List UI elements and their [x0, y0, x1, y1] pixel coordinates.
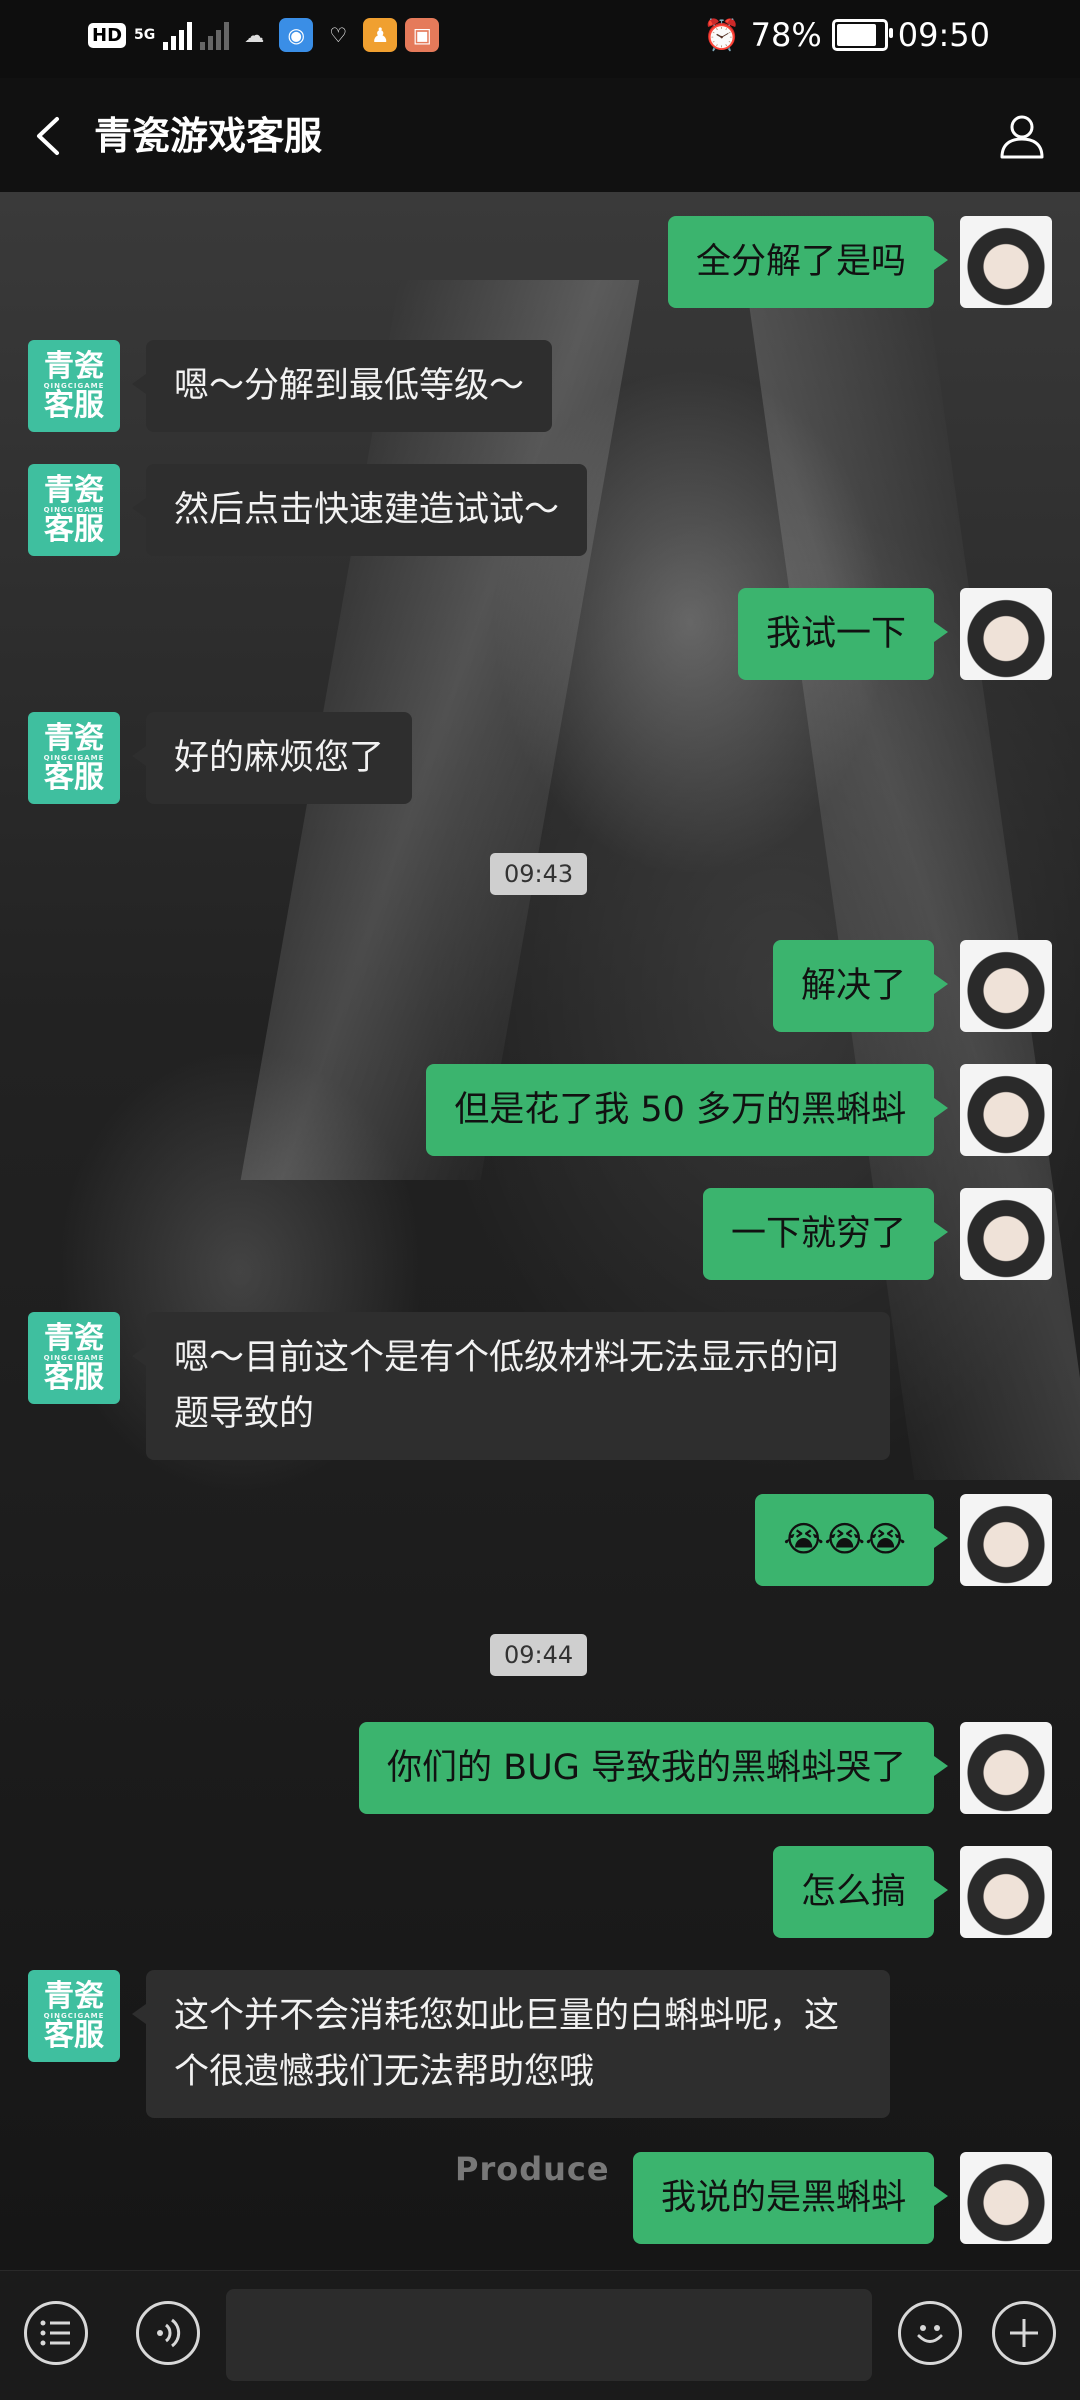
- message-row: 青瓷 QINGCIGAME 客服 然后点击快速建造试试～: [28, 464, 588, 556]
- message-row: 青瓷 QINGCIGAME 客服 嗯～目前这个是有个低级材料无法显示的问题导致的: [28, 1312, 890, 1460]
- input-bar: [0, 2270, 1080, 2400]
- user-avatar[interactable]: [960, 588, 1052, 680]
- avatar-subtext: QINGCIGAME: [43, 505, 105, 514]
- message-bubble-outgoing[interactable]: 😭😭😭: [755, 1494, 948, 1586]
- voice-icon: [157, 2318, 181, 2348]
- message-bubble-outgoing[interactable]: 全分解了是吗: [667, 216, 949, 308]
- chevron-left-icon: [37, 117, 59, 155]
- message-bubble-outgoing[interactable]: 但是花了我 50 多万的黑蝌蚪: [426, 1064, 948, 1156]
- network-type: 5G: [134, 27, 156, 43]
- avatar-subtext: QINGCIGAME: [43, 753, 105, 762]
- cloud-icon: ☁: [244, 23, 265, 47]
- avatar-text: 客服: [44, 387, 104, 423]
- avatar-subtext: QINGCIGAME: [43, 381, 105, 390]
- message-row: 青瓷 QINGCIGAME 客服 好的麻烦您了: [28, 712, 413, 804]
- alarm-icon: ⏰: [703, 17, 741, 53]
- avatar-text: 青瓷: [44, 472, 104, 508]
- message-bubble-outgoing[interactable]: 一下就穷了: [702, 1188, 949, 1280]
- voice-button[interactable]: [136, 2301, 200, 2365]
- background-watermark: Produce: [455, 2150, 610, 2188]
- chat-screen: Produce HD 5G ☁ ◉ ♡ ♟ ▣ ⏰ 78% 09:50 青瓷游戏…: [0, 0, 1080, 2400]
- user-avatar[interactable]: [960, 1188, 1052, 1280]
- agent-avatar[interactable]: 青瓷 QINGCIGAME 客服: [28, 464, 120, 556]
- avatar-text: 青瓷: [44, 1320, 104, 1356]
- avatar-text: 青瓷: [44, 1978, 104, 2014]
- hd-icon: HD: [88, 22, 127, 48]
- signal-icon: [163, 20, 193, 50]
- message-bubble-outgoing[interactable]: 你们的 BUG 导致我的黑蝌蚪哭了: [358, 1722, 949, 1814]
- user-avatar[interactable]: [960, 2152, 1052, 2244]
- game-app-icon: ▣: [405, 18, 440, 52]
- battery-percent: 78%: [750, 16, 822, 54]
- agent-avatar[interactable]: 青瓷 QINGCIGAME 客服: [28, 1970, 120, 2062]
- message-row: 青瓷 QINGCIGAME 客服 嗯～分解到最低等级～: [28, 340, 553, 432]
- emoji-button[interactable]: [898, 2301, 962, 2365]
- heart-app-icon: ♡: [329, 23, 348, 47]
- person-icon: [1000, 115, 1044, 159]
- message-row: 全分解了是吗: [667, 216, 1052, 308]
- message-row: 😭😭😭: [755, 1494, 1052, 1586]
- message-bubble-incoming[interactable]: 这个并不会消耗您如此巨量的白蝌蚪呢，这个很遗憾我们无法帮助您哦: [132, 1970, 890, 2118]
- avatar-text: 客服: [44, 759, 104, 795]
- timestamp: 09:43: [490, 853, 588, 895]
- agent-avatar[interactable]: 青瓷 QINGCIGAME 客服: [28, 340, 120, 432]
- user-avatar[interactable]: [960, 940, 1052, 1032]
- message-row: 解决了: [772, 940, 1052, 1032]
- more-button[interactable]: [992, 2301, 1056, 2365]
- signal-icon-secondary: [200, 20, 230, 50]
- message-bubble-outgoing[interactable]: 解决了: [772, 940, 949, 1032]
- message-row: 我说的是黑蝌蚪: [632, 2152, 1052, 2244]
- contact-info-button[interactable]: [992, 106, 1052, 166]
- avatar-subtext: QINGCIGAME: [43, 2011, 105, 2020]
- message-bubble-incoming[interactable]: 嗯～分解到最低等级～: [131, 340, 553, 432]
- battery-icon: [831, 19, 893, 51]
- message-row: 青瓷 QINGCIGAME 客服 这个并不会消耗您如此巨量的白蝌蚪呢，这个很遗憾…: [28, 1970, 890, 2118]
- menu-button[interactable]: [24, 2301, 88, 2365]
- back-button[interactable]: [18, 106, 78, 166]
- avatar-subtext: QINGCIGAME: [43, 1353, 105, 1362]
- message-input[interactable]: [226, 2289, 872, 2381]
- smiley-icon: [917, 2325, 943, 2343]
- message-row: 我试一下: [737, 588, 1052, 680]
- message-row: 怎么搞: [772, 1846, 1052, 1938]
- user-avatar[interactable]: [960, 1494, 1052, 1586]
- agent-avatar[interactable]: 青瓷 QINGCIGAME 客服: [28, 712, 120, 804]
- message-bubble-incoming[interactable]: 然后点击快速建造试试～: [131, 464, 588, 556]
- user-avatar[interactable]: [960, 1722, 1052, 1814]
- avatar-text: 客服: [44, 2017, 104, 2053]
- message-bubble-outgoing[interactable]: 我试一下: [737, 588, 949, 680]
- message-bubble-incoming[interactable]: 好的麻烦您了: [131, 712, 413, 804]
- status-bar: HD 5G ☁ ◉ ♡ ♟ ▣ ⏰ 78% 09:50: [0, 0, 1080, 78]
- chat-title: 青瓷游戏客服: [94, 114, 323, 158]
- browser-app-icon: ◉: [279, 18, 314, 52]
- timestamp: 09:44: [490, 1634, 588, 1676]
- message-row: 但是花了我 50 多万的黑蝌蚪: [426, 1064, 1052, 1156]
- status-icons-left: HD 5G ☁ ◉ ♡ ♟ ▣: [88, 18, 440, 52]
- message-bubble-outgoing[interactable]: 我说的是黑蝌蚪: [632, 2152, 949, 2244]
- message-bubble-incoming[interactable]: 嗯～目前这个是有个低级材料无法显示的问题导致的: [132, 1312, 890, 1460]
- agent-avatar[interactable]: 青瓷 QINGCIGAME 客服: [28, 1312, 120, 1404]
- avatar-text: 客服: [44, 511, 104, 547]
- avatar-text: 青瓷: [44, 348, 104, 384]
- clock: 09:50: [897, 16, 990, 54]
- message-bubble-outgoing[interactable]: 怎么搞: [772, 1846, 949, 1938]
- user-avatar[interactable]: [960, 216, 1052, 308]
- user-avatar[interactable]: [960, 1064, 1052, 1156]
- title-bar: 青瓷游戏客服: [0, 78, 1080, 192]
- user-avatar[interactable]: [960, 1846, 1052, 1938]
- message-row: 一下就穷了: [702, 1188, 1052, 1280]
- avatar-text: 客服: [44, 1359, 104, 1395]
- people-app-icon: ♟: [363, 18, 398, 52]
- status-icons-right: ⏰ 78% 09:50: [703, 16, 990, 54]
- avatar-text: 青瓷: [44, 720, 104, 756]
- plus-icon: [1010, 2319, 1038, 2347]
- list-icon: [40, 2320, 70, 2346]
- message-row: 你们的 BUG 导致我的黑蝌蚪哭了: [358, 1722, 1052, 1814]
